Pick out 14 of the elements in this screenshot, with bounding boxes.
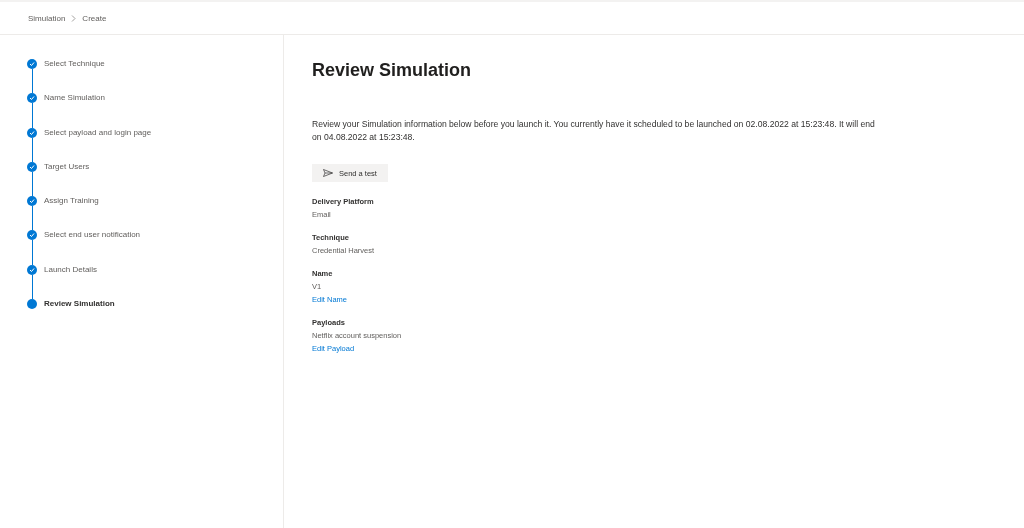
page-title: Review Simulation — [312, 59, 473, 81]
chevron-icon — [71, 14, 77, 22]
step-label[interactable]: Select end user notification — [44, 230, 141, 241]
step-label[interactable]: Select Technique — [44, 59, 105, 69]
step-label[interactable]: Launch Details — [44, 264, 97, 275]
step-label[interactable]: Target Users — [44, 161, 90, 172]
step-label[interactable]: Select payload and login page — [44, 127, 152, 138]
breadcrumb-item[interactable]: Create — [82, 13, 107, 23]
step-label[interactable]: Name Simulation — [44, 93, 105, 104]
step-label[interactable]: Review Simulation — [44, 299, 115, 310]
send-icon — [323, 169, 333, 177]
description: Review your Simulation information below before you launch it. You currently have it scheduled to be launched on 02.08.2022 at 15:23:48. It will end on 04.08.2022 at 15:23:48. — [312, 118, 876, 143]
step-label[interactable]: Assign Training — [44, 196, 99, 207]
breadcrumb-item[interactable]: Simulation — [28, 13, 66, 23]
